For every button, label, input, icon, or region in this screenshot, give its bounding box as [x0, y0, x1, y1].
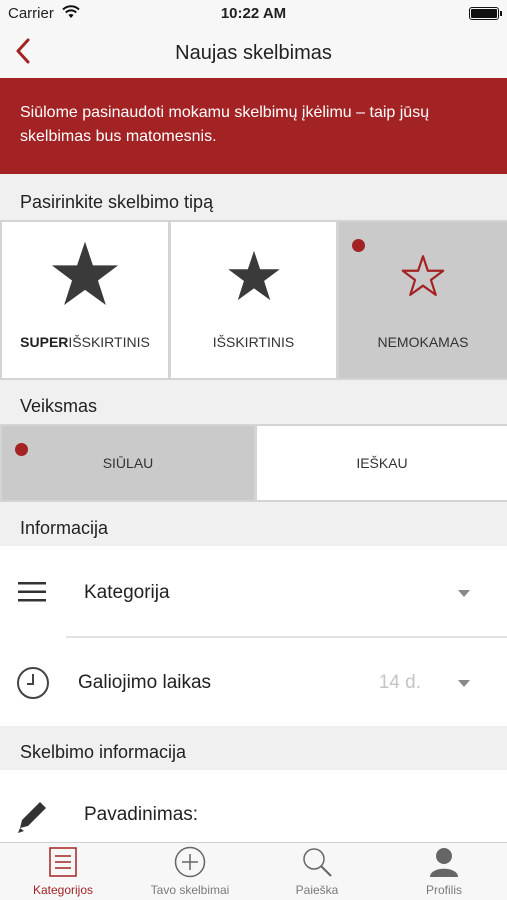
title-field-label: Pavadinimas: — [84, 804, 199, 825]
validity-value: 14 d. — [378, 672, 421, 693]
star-filled-large-icon — [2, 238, 168, 315]
plus-circle-icon — [174, 846, 206, 878]
divider — [66, 636, 507, 638]
action-offer-label: SIŪLAU — [102, 455, 154, 471]
ad-type-free-label: NEMOKAMAS — [377, 334, 469, 350]
battery-icon — [469, 7, 502, 20]
list-icon — [47, 846, 79, 878]
validity-row[interactable]: Galiojimo laikas 14 d. — [0, 638, 507, 728]
promo-banner-text: Siūlome pasinaudoti mokamu skelbimų įkėl… — [20, 104, 430, 145]
action-offer-option[interactable]: SIŪLAU — [2, 426, 254, 500]
chevron-down-icon — [458, 680, 470, 687]
status-bar: Carrier 10:22 AM — [0, 0, 507, 28]
ad-type-super-option[interactable]: SUPERIŠSKIRTINIS — [2, 222, 168, 378]
selected-indicator-dot — [352, 239, 365, 252]
details-list: Pavadinimas: — [0, 770, 507, 842]
ad-type-super-label: SUPERIŠSKIRTINIS — [20, 334, 150, 350]
ad-type-header: Pasirinkite skelbimo tipą — [0, 180, 507, 220]
tab-my-ads[interactable]: Tavo skelbimai — [127, 843, 253, 900]
page-title: Naujas skelbimas — [175, 42, 332, 64]
user-icon — [428, 846, 460, 878]
tab-search-label: Paieška — [295, 883, 339, 897]
tab-categories-label: Kategorijos — [32, 883, 94, 897]
pencil-icon — [16, 798, 50, 839]
tab-search[interactable]: Paieška — [254, 843, 380, 900]
tab-categories[interactable]: Kategorijos — [0, 843, 126, 900]
action-search-label: IEŠKAU — [356, 455, 408, 471]
star-outline-icon — [339, 254, 507, 303]
validity-label: Galiojimo laikas — [78, 672, 212, 693]
ad-type-featured-option[interactable]: IŠSKIRTINIS — [171, 222, 336, 378]
tab-profile[interactable]: Profilis — [381, 843, 507, 900]
info-header: Informacija — [0, 506, 507, 546]
action-selector: SIŪLAU IEŠKAU — [0, 424, 507, 502]
tab-profile-label: Profilis — [425, 883, 462, 897]
tab-bar: Kategorijos Tavo skelbimai Paieška Profi… — [0, 842, 507, 900]
menu-icon — [18, 582, 46, 607]
ad-type-featured-label: IŠSKIRTINIS — [212, 334, 295, 350]
category-label: Kategorija — [84, 582, 170, 603]
action-search-option[interactable]: IEŠKAU — [257, 426, 507, 500]
action-header: Veiksmas — [0, 384, 507, 424]
chevron-down-icon — [458, 590, 470, 597]
promo-banner: Siūlome pasinaudoti mokamu skelbimų įkėl… — [0, 78, 507, 174]
category-row[interactable]: Kategorija — [0, 546, 507, 636]
ad-type-selector: SUPERIŠSKIRTINIS IŠSKIRTINIS NEMOKAMAS — [0, 220, 507, 380]
tab-my-ads-label: Tavo skelbimai — [150, 883, 230, 897]
details-header: Skelbimo informacija — [0, 730, 507, 770]
title-field-row[interactable]: Pavadinimas: — [0, 770, 507, 842]
ad-type-free-option[interactable]: NEMOKAMAS — [339, 222, 507, 378]
clock-time: 10:22 AM — [220, 5, 287, 22]
search-icon — [301, 846, 333, 878]
clock-icon — [16, 666, 50, 705]
star-filled-icon — [171, 248, 336, 309]
navigation-bar: Naujas skelbimas — [0, 28, 507, 78]
